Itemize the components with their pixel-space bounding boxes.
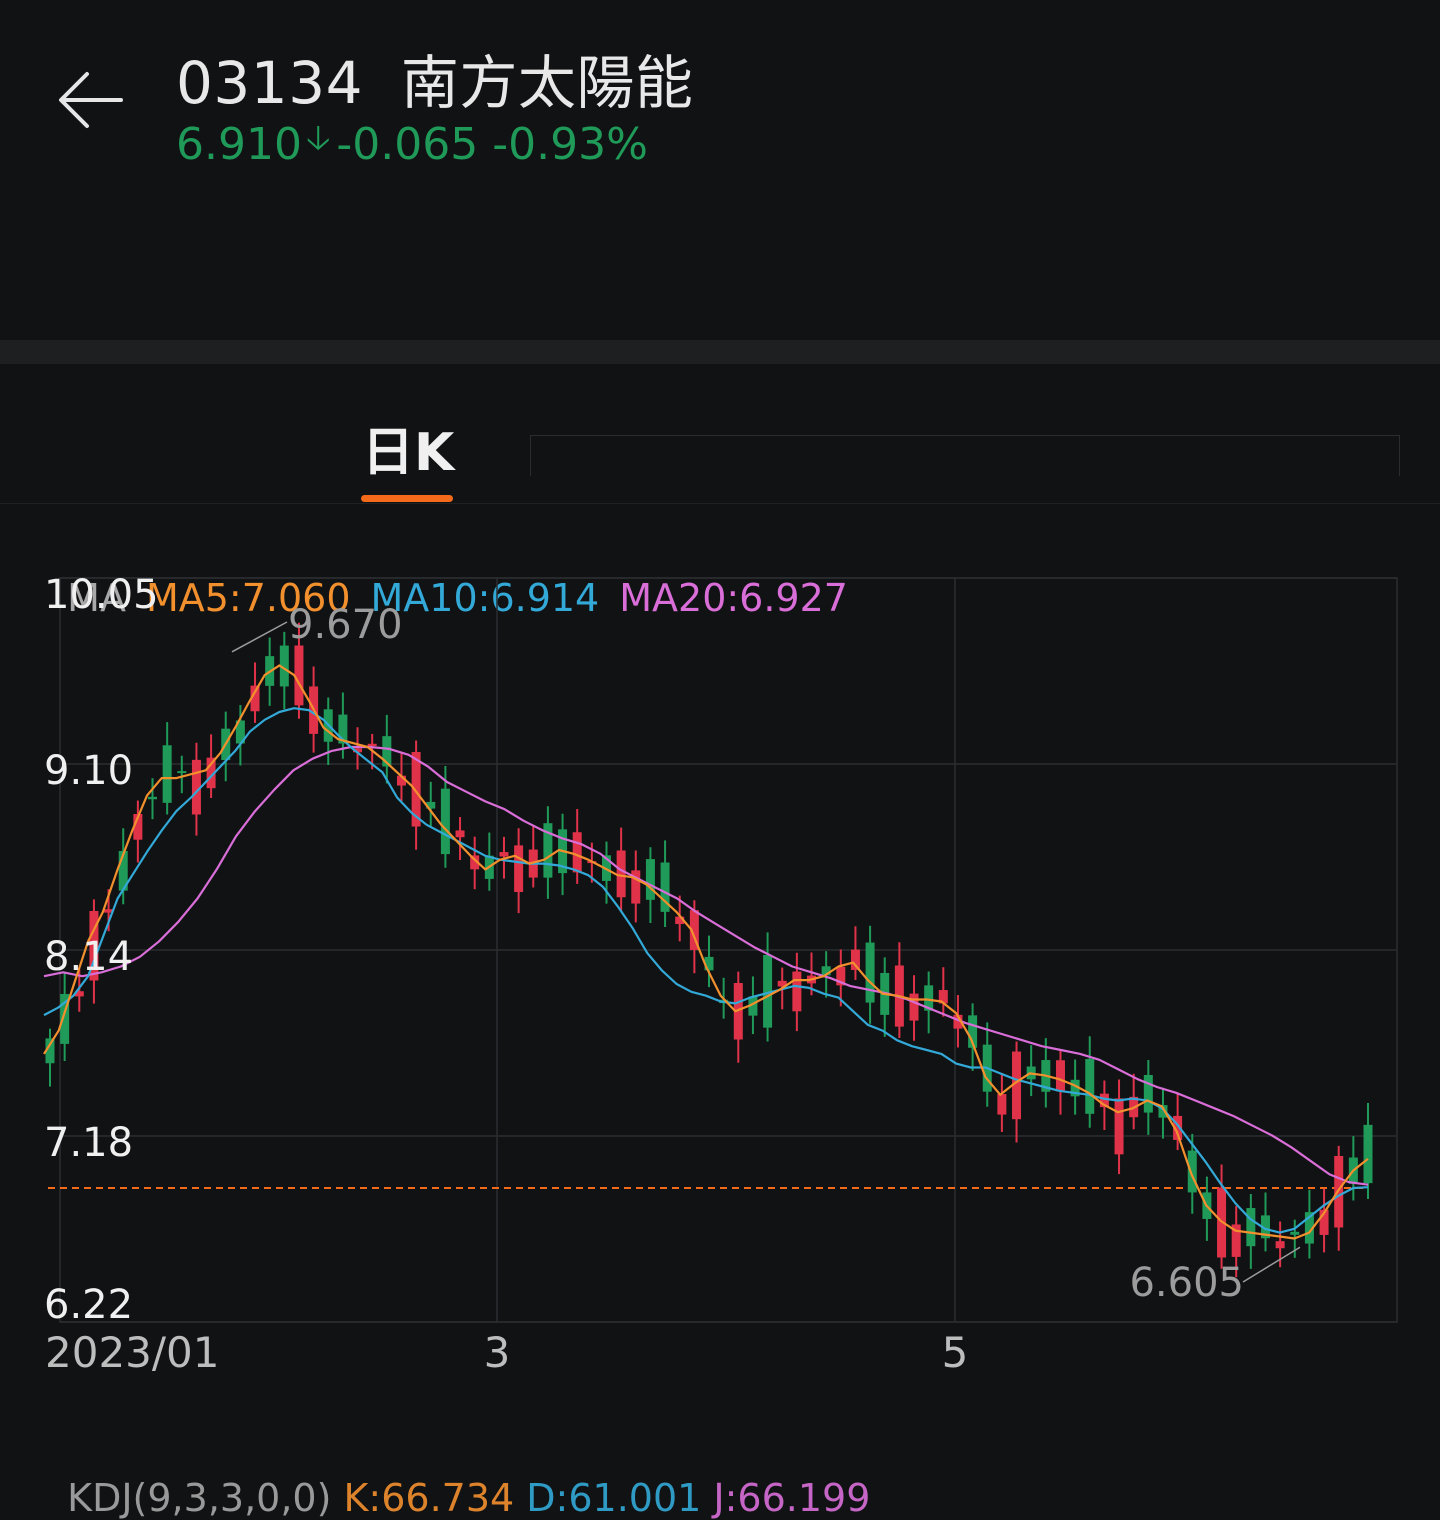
candle-body bbox=[367, 743, 377, 746]
arrow-down-icon: 🡣 bbox=[305, 118, 331, 158]
candle-body bbox=[1187, 1150, 1197, 1193]
candle-body bbox=[865, 942, 875, 1003]
y-tick-label: 9.10 bbox=[44, 748, 133, 794]
x-tick-label: 2023/01 bbox=[45, 1328, 219, 1377]
candle-body bbox=[572, 832, 582, 873]
candle-body bbox=[1275, 1241, 1285, 1249]
stock-quote: 6.910 🡣 -0.065 -0.93% bbox=[176, 116, 648, 173]
stock-code: 03134 bbox=[176, 49, 364, 117]
high-annotation-leader bbox=[231, 621, 288, 653]
y-tick-label: 7.18 bbox=[44, 1120, 133, 1166]
candle-body bbox=[177, 771, 187, 774]
section-divider bbox=[0, 340, 1440, 364]
axis-labels: 10.05 9.10 8.14 7.18 6.222023/01 3 5 9.670 6.605 bbox=[44, 572, 1301, 1377]
high-annotation: 9.670 bbox=[288, 602, 403, 648]
candle-body bbox=[1143, 1074, 1153, 1113]
candle-body bbox=[514, 845, 524, 893]
candle-body bbox=[1114, 1098, 1124, 1155]
candle-body bbox=[616, 850, 626, 898]
candle-body bbox=[1246, 1208, 1256, 1247]
tab-placeholder bbox=[530, 435, 1400, 476]
active-tab-indicator bbox=[361, 495, 453, 502]
x-tick-label: 5 bbox=[942, 1328, 969, 1377]
candle-body bbox=[792, 971, 802, 1012]
price-change: -0.065 bbox=[336, 119, 479, 170]
candle-body bbox=[909, 993, 919, 1021]
candle-body bbox=[499, 852, 509, 857]
x-tick-label: 3 bbox=[484, 1328, 511, 1377]
candle-body bbox=[997, 1094, 1007, 1115]
candle-body bbox=[148, 796, 158, 800]
ma5-line bbox=[43, 664, 1369, 1240]
candle-body bbox=[162, 745, 172, 803]
candle-body bbox=[440, 788, 450, 855]
y-tick-label: 10.05 bbox=[44, 572, 159, 618]
y-tick-label: 6.22 bbox=[44, 1282, 133, 1328]
ma10-line bbox=[43, 707, 1369, 1234]
arrow-left-icon bbox=[59, 72, 123, 128]
stock-name: 南方太陽能 bbox=[400, 49, 694, 117]
kdj-j: J:66.199 bbox=[713, 1476, 871, 1520]
candle-body bbox=[1363, 1124, 1373, 1184]
low-annotation: 6.605 bbox=[1129, 1260, 1244, 1306]
candle-body bbox=[1085, 1058, 1095, 1114]
stock-title: 03134 南方太陽能 bbox=[176, 36, 693, 120]
price-change-pct: -0.93% bbox=[492, 119, 648, 170]
last-price: 6.910 bbox=[176, 119, 302, 170]
kdj-k: K:66.734 bbox=[343, 1476, 515, 1520]
back-button[interactable] bbox=[55, 62, 127, 134]
ma-lines bbox=[43, 664, 1369, 1240]
kdj-label: KDJ(9,3,3,0,0) bbox=[67, 1476, 332, 1520]
candle-body bbox=[645, 859, 655, 900]
kdj-d: D:61.001 bbox=[526, 1476, 702, 1520]
kdj-legend: KDJ(9,3,3,0,0) K:66.734 D:61.001 J:66.19… bbox=[43, 1432, 870, 1520]
tab-divider bbox=[0, 503, 1440, 504]
y-tick-label: 8.14 bbox=[44, 934, 133, 980]
tab-daily-k[interactable]: 日K bbox=[362, 410, 454, 485]
period-tab-bar bbox=[0, 364, 1440, 504]
candle-body bbox=[294, 645, 304, 706]
kline-chart[interactable]: 10.05 9.10 8.14 7.18 6.222023/01 3 5 9.670 6.605 bbox=[0, 570, 1440, 1400]
candle-body bbox=[1055, 1060, 1065, 1092]
chart-grid bbox=[48, 577, 1398, 1323]
candle-body bbox=[1290, 1231, 1300, 1235]
candle-body bbox=[455, 830, 465, 838]
